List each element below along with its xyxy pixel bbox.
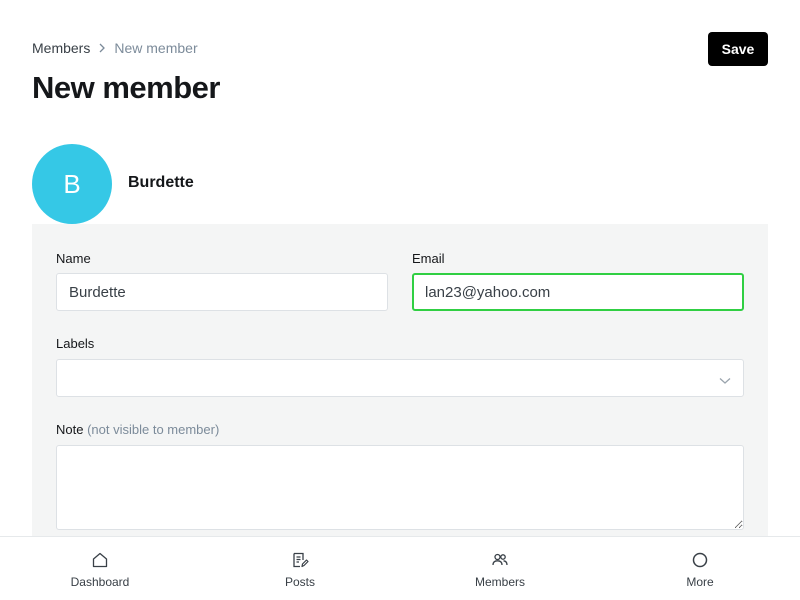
- nav-label-members: Members: [474, 575, 525, 589]
- member-display-name: Burdette: [128, 174, 194, 191]
- avatar: B: [32, 144, 112, 224]
- breadcrumb: Members New member: [32, 40, 198, 56]
- note-hint: (not visible to member): [87, 422, 220, 437]
- nav-item-dashboard[interactable]: Dashboard: [0, 537, 200, 600]
- nav-label-dashboard: Dashboard: [70, 575, 130, 589]
- member-form-panel: Name Email Labels Note (not visible to m…: [32, 224, 768, 544]
- post-edit-icon: [291, 551, 309, 569]
- note-label: Note (not visible to member): [56, 422, 219, 437]
- avatar-initial: B: [63, 168, 81, 199]
- nav-item-posts[interactable]: Posts: [200, 537, 400, 600]
- nav-label-posts: Posts: [284, 575, 315, 589]
- home-icon: [91, 551, 109, 569]
- save-button[interactable]: Save: [708, 32, 768, 66]
- name-input[interactable]: [56, 273, 388, 311]
- email-input[interactable]: [412, 273, 744, 311]
- breadcrumb-members-link[interactable]: Members: [32, 40, 90, 56]
- note-textarea[interactable]: [56, 445, 744, 530]
- labels-label: Labels: [56, 336, 95, 351]
- name-label: Name: [56, 251, 91, 266]
- page-title: New member: [32, 70, 220, 105]
- nav-label-more: More: [686, 575, 714, 589]
- labels-select[interactable]: [56, 359, 744, 397]
- chevron-down-icon: [719, 372, 731, 390]
- members-icon: [491, 551, 509, 569]
- breadcrumb-current: New member: [114, 40, 198, 56]
- circle-more-icon: [691, 551, 709, 569]
- note-label-text: Note: [56, 422, 84, 437]
- bottom-nav: Dashboard Posts Members More: [0, 536, 800, 600]
- nav-item-more[interactable]: More: [600, 537, 800, 600]
- nav-item-members[interactable]: Members: [400, 537, 600, 600]
- email-label: Email: [412, 251, 445, 266]
- chevron-right-icon: [98, 43, 106, 53]
